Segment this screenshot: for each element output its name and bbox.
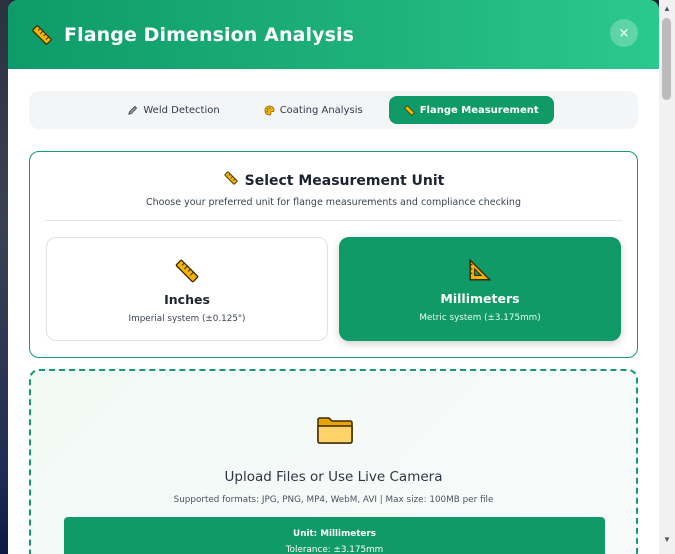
pen-icon bbox=[127, 105, 138, 116]
banner-tolerance-label: Tolerance: ±3.175mm bbox=[285, 545, 384, 554]
banner-unit-label: Unit: Millimeters bbox=[293, 529, 376, 539]
upload-formats-text: Supported formats: JPG, PNG, MP4, WebM, … bbox=[173, 495, 494, 505]
ruler-icon bbox=[174, 258, 200, 284]
vertical-scrollbar[interactable]: ▲ ▼ bbox=[659, 0, 675, 554]
tab-label: Weld Detection bbox=[143, 104, 220, 116]
unit-option-inches[interactable]: Inches Imperial system (±0.125") bbox=[46, 237, 328, 341]
upload-title: Upload Files or Use Live Camera bbox=[224, 469, 443, 485]
unit-selection-card: Select Measurement Unit Choose your pref… bbox=[29, 151, 638, 358]
unit-option-millimeters[interactable]: Millimeters Metric system (±3.175mm) bbox=[339, 237, 621, 341]
close-button[interactable]: × bbox=[610, 19, 638, 47]
unit-option-description: Imperial system (±0.125") bbox=[128, 314, 246, 324]
tab-label: Coating Analysis bbox=[279, 104, 363, 116]
analysis-tab-bar: Weld Detection Coating Analysis Flange M… bbox=[29, 91, 638, 129]
triangle-ruler-icon bbox=[467, 257, 493, 283]
tab-flange-measurement[interactable]: Flange Measurement bbox=[388, 96, 554, 124]
unit-option-description: Metric system (±3.175mm) bbox=[419, 313, 541, 323]
scroll-up-arrow-icon[interactable]: ▲ bbox=[663, 4, 671, 13]
modal-title: Flange Dimension Analysis bbox=[64, 23, 355, 46]
flange-analysis-modal: Flange Dimension Analysis × Weld Detecti… bbox=[8, 0, 659, 554]
divider bbox=[45, 220, 622, 221]
tab-label: Flange Measurement bbox=[419, 104, 539, 116]
file-upload-dropzone[interactable]: Upload Files or Use Live Camera Supporte… bbox=[29, 369, 638, 554]
palette-icon bbox=[264, 105, 275, 116]
unit-option-name: Millimeters bbox=[440, 291, 520, 306]
unit-selection-subtitle: Choose your preferred unit for flange me… bbox=[146, 197, 521, 208]
scrollbar-thumb[interactable] bbox=[662, 18, 671, 100]
selected-unit-banner: Unit: Millimeters Tolerance: ±3.175mm bbox=[64, 517, 605, 554]
ruler-icon bbox=[223, 170, 239, 191]
ruler-icon bbox=[403, 104, 415, 116]
unit-selection-title: Select Measurement Unit bbox=[244, 172, 445, 189]
scroll-down-arrow-icon[interactable]: ▼ bbox=[663, 535, 671, 544]
tab-coating-analysis[interactable]: Coating Analysis bbox=[250, 96, 377, 124]
folder-icon bbox=[316, 415, 354, 445]
tab-weld-detection[interactable]: Weld Detection bbox=[113, 96, 233, 124]
modal-header: Flange Dimension Analysis × bbox=[8, 0, 659, 69]
ruler-icon bbox=[30, 23, 54, 47]
unit-selection-heading: Select Measurement Unit bbox=[30, 170, 637, 191]
unit-option-name: Inches bbox=[164, 292, 210, 307]
